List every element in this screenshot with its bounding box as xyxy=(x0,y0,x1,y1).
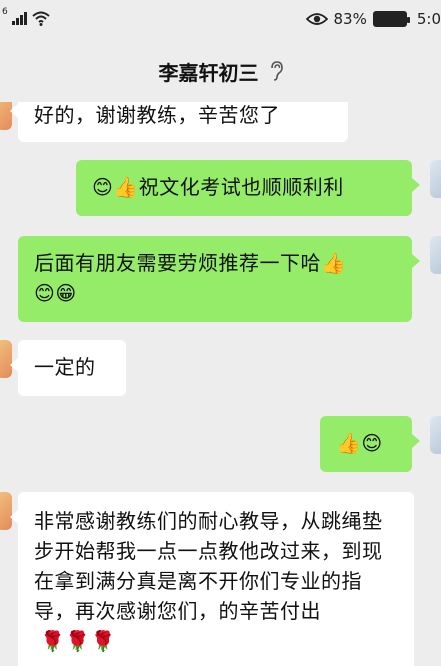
battery-percent: 83% xyxy=(333,10,367,28)
message-text: 祝文化考试也顺顺利利 xyxy=(138,175,344,199)
message-bubble-outgoing[interactable]: 后面有朋友需要劳烦推荐一下哈👍 😊😁 xyxy=(18,236,420,322)
status-bar: 6 83% 5:0 xyxy=(0,0,441,40)
thumbs-up-emoji: 👍 xyxy=(321,251,347,275)
message-text: 非常感谢教练们的耐心教导，从跳绳垫步开始帮我一点一点教他改过来，到现在拿到满分真… xyxy=(34,509,383,623)
clock-time: 5:0 xyxy=(416,10,441,28)
chat-header: 李嘉轩初三 xyxy=(0,40,441,102)
status-right: 83% 5:0 xyxy=(305,10,441,28)
message-text: 后面有朋友需要劳烦推荐一下哈 xyxy=(34,251,321,275)
battery-icon xyxy=(372,11,410,27)
eye-icon xyxy=(305,13,328,25)
message-bubble-incoming[interactable]: 好的，谢谢教练，辛苦您了 xyxy=(10,102,348,142)
message-bubble-incoming[interactable]: 非常感谢教练们的耐心教导，从跳绳垫步开始帮我一点一点教他改过来，到现在拿到满分真… xyxy=(10,492,414,666)
message-text: 好的，谢谢教练，辛苦您了 xyxy=(34,103,280,127)
rose-emoji: 🌹🌹🌹 xyxy=(40,629,117,653)
signal-bars-icon xyxy=(11,11,27,25)
wifi-icon xyxy=(32,11,50,26)
message-text: 一定的 xyxy=(34,355,96,379)
ear-icon xyxy=(270,61,283,81)
chat-title[interactable]: 李嘉轩初三 xyxy=(159,57,259,86)
my-avatar[interactable] xyxy=(430,236,441,274)
network-type: 6 xyxy=(2,7,8,17)
my-avatar[interactable] xyxy=(430,416,441,454)
chat-message-list[interactable]: 好的，谢谢教练，辛苦您了 😊👍祝文化考试也顺顺利利 后面有朋友需要劳烦推荐一下哈… xyxy=(0,102,441,666)
thumbs-up-smile-emoji: 👍😊 xyxy=(336,431,383,455)
message-bubble-outgoing[interactable]: 👍😊 xyxy=(320,416,420,472)
smile-grin-emoji: 😊😁 xyxy=(34,281,77,305)
smile-thumbs-up-emoji: 😊👍 xyxy=(92,175,139,199)
message-bubble-outgoing[interactable]: 😊👍祝文化考试也顺顺利利 xyxy=(76,160,420,216)
status-left: 6 xyxy=(2,7,51,26)
my-avatar[interactable] xyxy=(430,160,441,198)
message-bubble-incoming[interactable]: 一定的 xyxy=(10,340,126,396)
